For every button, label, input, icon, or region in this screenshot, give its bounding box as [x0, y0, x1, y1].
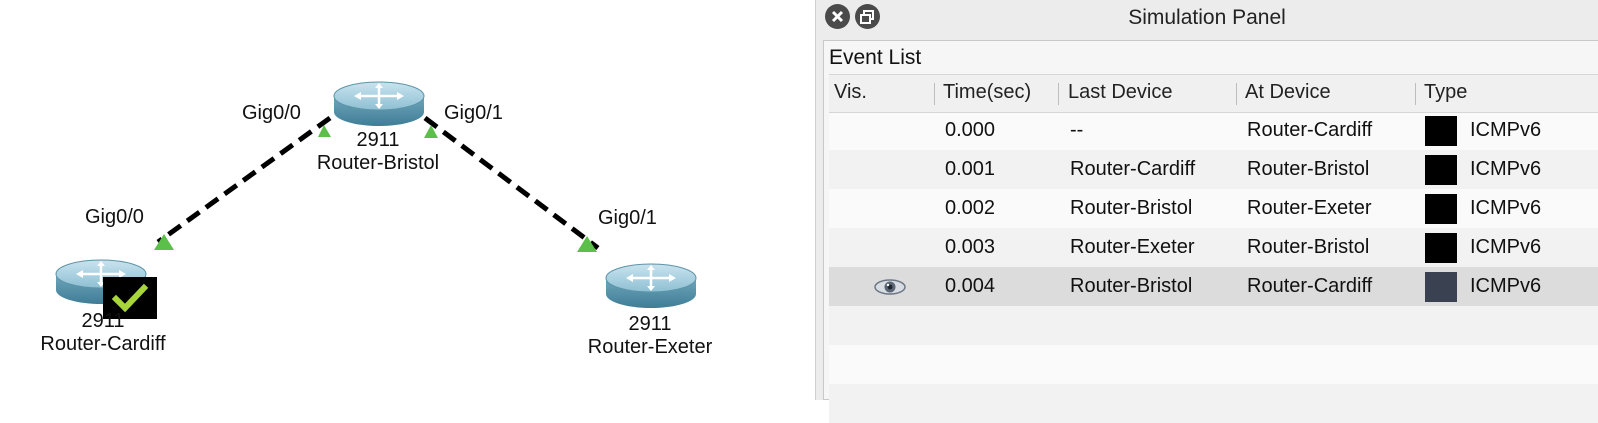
- empty-row: [829, 306, 1598, 345]
- column-divider[interactable]: [1236, 83, 1237, 105]
- router-bristol-icon[interactable]: [333, 81, 425, 126]
- event-last-device: Router-Bristol: [1070, 275, 1193, 297]
- device-model: 2911: [81, 310, 125, 332]
- event-row[interactable]: 0.003 Router-Exeter Router-Bristol ICMPv…: [829, 228, 1598, 267]
- device-name: Router-Exeter: [587, 336, 713, 358]
- event-time: 0.003: [945, 236, 996, 258]
- event-last-device: Router-Cardiff: [1070, 158, 1196, 180]
- port-label-cardiff-gig00: Gig0/0: [85, 206, 144, 228]
- device-model: 2911: [356, 129, 400, 151]
- column-header-last-device[interactable]: Last Device: [1068, 81, 1173, 104]
- event-time: 0.002: [945, 197, 996, 219]
- column-header-time[interactable]: Time(sec): [943, 81, 1031, 104]
- device-label-bristol[interactable]: 2911 Router-Bristol: [298, 129, 458, 175]
- event-row[interactable]: 0.000 -- Router-Cardiff ICMPv6: [829, 111, 1598, 150]
- panel-body: Event List Vis. Time(sec) Last Device At…: [823, 40, 1598, 423]
- event-type: ICMPv6: [1470, 119, 1542, 141]
- column-divider[interactable]: [934, 83, 935, 105]
- event-at-device: Router-Exeter: [1247, 197, 1372, 219]
- event-time: 0.001: [945, 158, 996, 180]
- event-type: ICMPv6: [1470, 197, 1542, 219]
- device-label-cardiff[interactable]: 2911 Router-Cardiff: [23, 310, 183, 356]
- event-row[interactable]: 0.001 Router-Cardiff Router-Bristol ICMP…: [829, 150, 1598, 189]
- port-status-cardiff-gig00: [154, 234, 174, 250]
- device-name: Router-Bristol: [316, 152, 440, 174]
- event-at-device: Router-Cardiff: [1247, 275, 1373, 297]
- event-type: ICMPv6: [1470, 158, 1542, 180]
- event-color-swatch: [1425, 233, 1457, 263]
- event-type: ICMPv6: [1470, 236, 1542, 258]
- event-last-device: Router-Bristol: [1070, 197, 1193, 219]
- event-color-swatch: [1425, 194, 1457, 224]
- event-time: 0.000: [945, 119, 996, 141]
- event-row[interactable]: 0.002 Router-Bristol Router-Exeter ICMPv…: [829, 189, 1598, 228]
- event-row-selected[interactable]: 0.004 Router-Bristol Router-Cardiff ICMP…: [829, 267, 1598, 306]
- router-exeter-icon[interactable]: [605, 263, 697, 308]
- event-table: Vis. Time(sec) Last Device At Device Typ…: [829, 74, 1598, 423]
- simulation-panel: Simulation Panel Event List Vis. Time(se…: [815, 0, 1598, 423]
- event-at-device: Router-Bristol: [1247, 158, 1370, 180]
- event-last-device: --: [1070, 119, 1084, 141]
- device-model: 2911: [628, 313, 672, 335]
- topology-canvas[interactable]: Gig0/0 Gig0/1 Gig0/0 Gig0/1 2911 Router-…: [0, 0, 815, 400]
- empty-row: [829, 384, 1598, 423]
- event-type: ICMPv6: [1470, 275, 1542, 297]
- port-label-exeter-gig01: Gig0/1: [598, 207, 657, 229]
- eye-icon[interactable]: [873, 276, 907, 298]
- column-divider[interactable]: [1058, 83, 1059, 105]
- device-label-exeter[interactable]: 2911 Router-Exeter: [570, 313, 730, 359]
- table-header: Vis. Time(sec) Last Device At Device Typ…: [829, 74, 1598, 113]
- empty-row: [829, 345, 1598, 384]
- event-color-swatch: [1425, 155, 1457, 185]
- event-time: 0.004: [945, 275, 996, 297]
- event-at-device: Router-Cardiff: [1247, 119, 1373, 141]
- panel-titlebar[interactable]: Simulation Panel: [816, 0, 1598, 34]
- port-label-bristol-gig00: Gig0/0: [242, 102, 301, 124]
- column-header-vis[interactable]: Vis.: [834, 81, 867, 104]
- event-color-swatch: [1425, 272, 1457, 302]
- column-header-type[interactable]: Type: [1424, 81, 1467, 104]
- column-divider[interactable]: [1415, 83, 1416, 105]
- column-header-at-device[interactable]: At Device: [1245, 81, 1331, 104]
- device-name: Router-Cardiff: [40, 333, 166, 355]
- event-color-swatch: [1425, 116, 1457, 146]
- event-last-device: Router-Exeter: [1070, 236, 1195, 258]
- event-at-device: Router-Bristol: [1247, 236, 1370, 258]
- event-list-label: Event List: [829, 46, 922, 69]
- panel-title: Simulation Panel: [1128, 6, 1286, 29]
- port-label-bristol-gig01: Gig0/1: [444, 102, 503, 124]
